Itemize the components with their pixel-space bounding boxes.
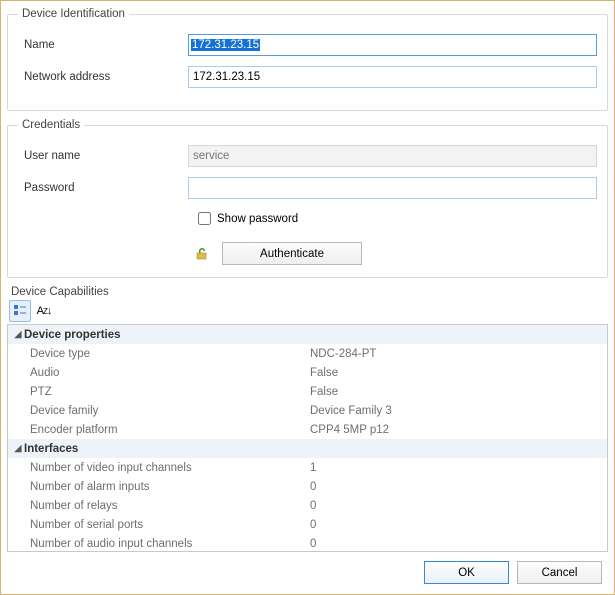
property-group-header[interactable]: ◢Device properties	[8, 325, 607, 344]
property-row[interactable]: Device familyDevice Family 3	[8, 401, 607, 420]
property-row[interactable]: Number of alarm inputs0	[8, 477, 607, 496]
property-group-header[interactable]: ◢Interfaces	[8, 439, 607, 458]
property-value: 0	[308, 519, 607, 531]
property-name: Device family	[8, 405, 308, 417]
property-name: Audio	[8, 367, 308, 379]
device-identification-legend: Device Identification	[18, 8, 129, 20]
network-address-input[interactable]	[188, 66, 597, 88]
credentials-group: Credentials User name Password Show pass…	[7, 119, 608, 278]
property-name: Device type	[8, 348, 308, 360]
password-input[interactable]	[188, 177, 597, 199]
property-row[interactable]: Number of serial ports0	[8, 515, 607, 534]
property-value: CPP4 5MP p12	[308, 424, 607, 436]
show-password-checkbox[interactable]	[198, 212, 211, 225]
property-value: False	[308, 367, 607, 379]
cancel-button[interactable]: Cancel	[517, 561, 602, 584]
device-capabilities-label: Device Capabilities	[11, 286, 608, 298]
unlock-icon	[194, 246, 210, 262]
property-name: Number of relays	[8, 500, 308, 512]
capabilities-grid[interactable]: ◢Device propertiesDevice typeNDC-284-PTA…	[7, 324, 608, 552]
network-address-label: Network address	[18, 71, 188, 83]
collapse-icon: ◢	[12, 443, 24, 454]
property-name: Number of serial ports	[8, 519, 308, 531]
property-row[interactable]: Device typeNDC-284-PT	[8, 344, 607, 363]
property-row[interactable]: PTZFalse	[8, 382, 607, 401]
property-value: 0	[308, 538, 607, 550]
property-value: 1	[308, 462, 607, 474]
property-value: 0	[308, 481, 607, 493]
name-input[interactable]: 172.31.23.15	[188, 34, 597, 56]
device-identification-group: Device Identification Name 172.31.23.15 …	[7, 8, 608, 111]
property-name: Number of audio input channels	[8, 538, 308, 550]
categorized-view-button[interactable]	[9, 300, 31, 322]
sort-az-icon: AZ↓	[37, 305, 52, 317]
property-row[interactable]: Number of audio input channels0	[8, 534, 607, 552]
capabilities-toolbar: AZ↓	[9, 300, 608, 322]
property-row[interactable]: AudioFalse	[8, 363, 607, 382]
property-value: Device Family 3	[308, 405, 607, 417]
show-password-label: Show password	[217, 213, 298, 225]
property-value: False	[308, 386, 607, 398]
password-label: Password	[18, 182, 188, 194]
property-group-title: Device properties	[24, 329, 121, 341]
username-input	[188, 145, 597, 167]
property-name: Number of video input channels	[8, 462, 308, 474]
property-value: 0	[308, 500, 607, 512]
property-value: NDC-284-PT	[308, 348, 607, 360]
property-name: PTZ	[8, 386, 308, 398]
property-group-title: Interfaces	[24, 443, 78, 455]
property-name: Number of alarm inputs	[8, 481, 308, 493]
collapse-icon: ◢	[12, 329, 24, 340]
name-label: Name	[18, 39, 188, 51]
name-input-value: 172.31.23.15	[191, 39, 260, 51]
property-row[interactable]: Number of video input channels1	[8, 458, 607, 477]
credentials-legend: Credentials	[18, 119, 84, 131]
alphabetical-view-button[interactable]: AZ↓	[33, 300, 55, 322]
property-row[interactable]: Number of relays0	[8, 496, 607, 515]
property-row[interactable]: Encoder platformCPP4 5MP p12	[8, 420, 607, 439]
ok-button[interactable]: OK	[424, 561, 509, 584]
property-name: Encoder platform	[8, 424, 308, 436]
authenticate-button[interactable]: Authenticate	[222, 242, 362, 265]
username-label: User name	[18, 150, 188, 162]
